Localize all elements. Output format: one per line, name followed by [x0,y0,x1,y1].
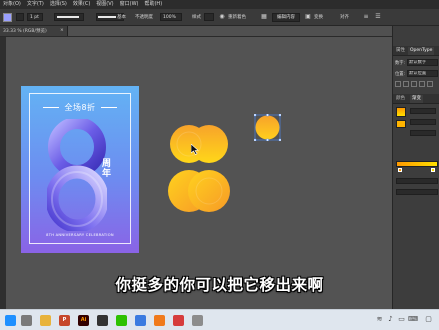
menu-help[interactable]: 帮助(H) [141,0,165,9]
opacity-label: 不透明度 [135,15,153,20]
isolate-icon[interactable]: ▣ [304,13,312,21]
tab-opentype[interactable]: OpenType [408,47,435,55]
character-panel-tabs: 属性 OpenType [393,46,439,56]
opentype-option-4[interactable] [419,81,425,87]
gradient-stop-start[interactable] [398,168,402,172]
windows-start-icon[interactable] [5,315,16,326]
volume-icon[interactable]: ♪ [386,315,395,324]
digits-label: 数字: [395,61,406,66]
app-dark-icon[interactable] [97,315,108,326]
selected-circle-graphic [253,113,282,142]
menu-icon[interactable]: ☰ [374,13,382,21]
video-subtitle: 你挺多的你可以把它移出来啊 [115,276,324,294]
opentype-option-5[interactable] [427,81,433,87]
menu-effect[interactable]: 效果(C) [70,0,93,9]
menu-view[interactable]: 视图(V) [93,0,116,9]
position-select[interactable]: 默认位置 [407,70,438,77]
opentype-option-2[interactable] [403,81,409,87]
app-blue-icon[interactable] [135,315,146,326]
keyboard-icon[interactable]: ⌨ [408,315,418,324]
selected-circle[interactable] [253,113,282,142]
menu-bar: 对象(O) 文字(T) 选择(S) 效果(C) 视图(V) 窗口(W) 帮助(H… [0,0,439,9]
fill-swatch[interactable] [3,13,12,22]
align-label[interactable]: 对齐 [340,13,349,22]
opacity-field[interactable]: 100% [160,13,182,21]
brush-label: 基本 [117,15,126,20]
anniversary-english: 8TH ANNIVERSARY CELEBRATION [46,233,114,237]
opentype-option-1[interactable] [395,81,401,87]
recolor-icon[interactable]: ◉ [218,13,226,21]
gradient-opacity-field[interactable] [396,178,438,184]
style-label: 样式 [192,15,201,20]
document-tab-title: 33.33 % (RGB/预览) [3,29,47,34]
illustrator-icon[interactable]: Ai [78,315,89,326]
app-red-icon[interactable] [173,315,184,326]
align-icon[interactable]: ▦ [260,13,268,21]
gradient-aspect-field[interactable] [410,130,436,136]
battery-icon[interactable]: ▭ [397,315,406,324]
stroke-profile-preview [57,16,79,18]
wifi-icon[interactable]: ≋ [375,315,384,324]
mouse-cursor-icon [191,144,199,155]
menu-object[interactable]: 对象(O) [0,0,24,9]
gradient-type-select[interactable] [410,108,436,114]
taskbar: P Ai ≋ ♪ ▭ ⌨ ▢ [0,309,439,330]
gradient-panel-tabs: 颜色 渐变 [393,94,439,104]
artboard-title: 全场8折 [64,103,96,112]
wechat-icon[interactable] [116,315,127,326]
gradient-angle-field[interactable] [410,119,436,125]
fill-stroke-swatch[interactable] [396,120,406,128]
right-panel-dock: 属性 OpenType 数字: 默认数字 位置: 默认位置 颜色 渐变 [392,26,439,309]
digits-select[interactable]: 默认数字 [407,59,438,66]
purple-eight-graphic [47,119,107,231]
stroke-swatch[interactable] [16,13,24,21]
app-gray-icon[interactable] [192,315,203,326]
artboard[interactable]: 全场8折 周年 8TH ANNIVERSARY CELEBRATION [21,86,139,253]
opentype-option-3[interactable] [411,81,417,87]
opentype-buttons [395,81,438,89]
transform-label[interactable]: 变换 [314,13,323,22]
gradient-stop-end[interactable] [431,168,435,172]
powerpoint-icon[interactable]: P [59,315,70,326]
close-icon[interactable]: × [60,28,64,33]
menu-select[interactable]: 选择(S) [47,0,70,9]
control-bar: 1 pt 基本 不透明度 100% 样式 ◉ 重新着色 ▦ 编辑内容 ▣ 变换 … [0,9,439,26]
position-label: 位置: [395,72,406,77]
style-swatch[interactable] [204,13,214,21]
distribute-icon[interactable]: ≡ [362,13,370,21]
menu-window[interactable]: 窗口(W) [117,0,142,9]
gradient-preview-swatch[interactable] [396,107,406,117]
tab-properties[interactable]: 属性 [394,47,407,55]
document-tab[interactable]: 33.33 % (RGB/预览) × [0,26,68,36]
stroke-weight-field[interactable]: 1 pt [27,13,43,21]
gradient-slider[interactable] [396,161,438,167]
chat-bubble-icon[interactable]: ▢ [424,315,433,324]
app-orange-icon[interactable] [154,315,165,326]
edit-contents-button[interactable]: 编辑内容 [272,13,300,22]
tab-color[interactable]: 颜色 [394,95,407,103]
global-edit-label[interactable]: 重新着色 [228,13,246,22]
tab-gradient[interactable]: 渐变 [410,95,423,103]
menu-type[interactable]: 文字(T) [24,0,47,9]
search-icon[interactable] [21,315,32,326]
file-explorer-icon[interactable] [40,315,51,326]
illustrator-window: 对象(O) 文字(T) 选择(S) 效果(C) 视图(V) 窗口(W) 帮助(H… [0,0,439,330]
brush-preview [98,16,116,18]
gradient-location-field[interactable] [396,189,438,195]
anniversary-label: 周年 [102,159,112,179]
orange-eight-graphic[interactable] [168,114,230,224]
